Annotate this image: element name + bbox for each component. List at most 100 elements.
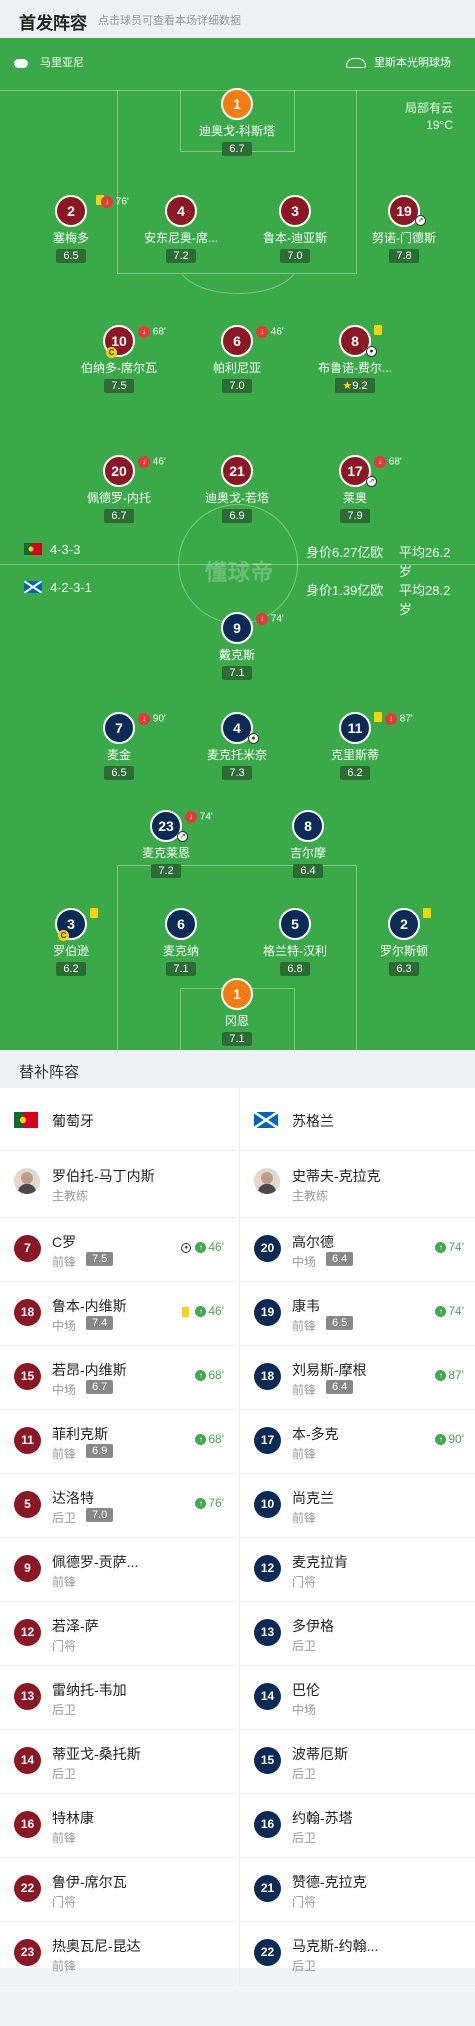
sub-player-row[interactable]: 7 C罗 前锋 7.5 ● ↑ 46' — [0, 1218, 236, 1282]
player-home-6[interactable]: 6 ↓ 46' 帕利尼亚 7.0 — [182, 325, 292, 394]
jersey-number: 7 — [103, 712, 135, 744]
sub-player-row[interactable]: 17 本-多克 前锋 ↑ 90' — [240, 1410, 475, 1474]
portugal-flag-icon — [24, 543, 42, 555]
jersey-number: 19 — [254, 1299, 281, 1326]
sub-player-row[interactable]: 13 雷纳托-韦加 后卫 — [0, 1666, 236, 1730]
home-formation: 4-3-3 — [50, 542, 81, 557]
player-home-19[interactable]: 19 ↗ 努诺-门德斯 7.8 — [349, 195, 459, 264]
subs-list: 葡萄牙 罗伯托-马丁内斯 主教练 7 C罗 前锋 7.5 ● ↑ 46' 18 鲁本-内维斯 中场… — [0, 1088, 475, 1986]
assist-icon: ↗ — [177, 831, 188, 842]
sub-player-row[interactable]: 18 鲁本-内维斯 中场 7.4 ↑ 46' — [0, 1282, 236, 1346]
sub-off-icon: ↓ — [138, 456, 150, 468]
away-value: 身价1.39亿欧 — [306, 583, 384, 598]
sub-player-name: 尚克兰 — [292, 1490, 334, 1506]
player-home-17[interactable]: 17 ↗ ↓ 68' 莱奥 7.9 — [300, 455, 410, 524]
captain-icon: C — [106, 347, 117, 358]
sub-player-row[interactable]: 12 若泽-萨 门将 — [0, 1602, 236, 1666]
sub-player-row[interactable]: 13 多伊格 后卫 — [240, 1602, 475, 1666]
sub-player-row[interactable]: 11 菲利克斯 前锋 6.9 ↑ 68' — [0, 1410, 236, 1474]
player-home-4[interactable]: 4 安东尼奥-席... 7.2 — [126, 195, 236, 264]
player-rating: 6.2 — [340, 766, 370, 780]
player-away-7[interactable]: 7 ↓ 90' 麦金 6.5 — [64, 712, 174, 781]
scotland-flag-icon — [254, 1112, 278, 1128]
jersey-number: 16 — [14, 1811, 41, 1838]
sub-player-row[interactable]: 14 蒂亚戈-桑托斯 后卫 — [0, 1730, 236, 1794]
sub-minute: 46' — [152, 456, 166, 468]
sub-player-row[interactable]: 15 波蒂厄斯 后卫 — [240, 1730, 475, 1794]
player-away-4[interactable]: 4 ● 麦克托米奈 7.3 — [182, 712, 292, 781]
player-rating: 7.8 — [389, 249, 419, 263]
player-rating: 7.1 — [166, 962, 196, 976]
player-name: 罗尔斯顿 — [379, 944, 428, 958]
jersey-number: 4 — [165, 195, 197, 227]
player-home-21[interactable]: 21 迪奥戈-若塔 6.9 — [182, 455, 292, 524]
sub-player-row[interactable]: 15 若昂-内维斯 中场 6.7 ↑ 68' — [0, 1346, 236, 1410]
sub-on-event: ↑ 87' — [435, 1368, 464, 1382]
sub-player-row[interactable]: 19 康韦 前锋 6.5 ↑ 74' — [240, 1282, 475, 1346]
sub-player-row[interactable]: 16 约翰-苏塔 后卫 — [240, 1794, 475, 1858]
sub-off-event: ↓ 68' — [138, 326, 166, 338]
player-home-2[interactable]: 2 ↓ 76' 塞梅多 6.5 — [16, 195, 129, 264]
sub-player-name: 鲁本-内维斯 — [52, 1298, 127, 1314]
sub-player-name: 高尔德 — [292, 1234, 334, 1250]
player-away-2[interactable]: 2 罗尔斯顿 6.3 — [349, 908, 459, 977]
sub-player-row[interactable]: 12 麦克拉肯 门将 — [240, 1538, 475, 1602]
player-rating: 7.0 — [280, 249, 310, 263]
player-away-6[interactable]: 6 麦克纳 7.1 — [126, 908, 236, 977]
player-name: 迪奥戈-若塔 — [205, 491, 269, 505]
sub-player-position: 前锋 — [52, 1959, 77, 1973]
player-away-9[interactable]: 9 ↓ 74' 戴克斯 7.1 — [182, 612, 292, 681]
player-home-10[interactable]: 10 C ↓ 68' 伯纳多-席尔瓦 7.5 — [64, 325, 174, 394]
jersey-number: 20 — [103, 455, 135, 487]
sub-player-rating: 6.4 — [326, 1252, 354, 1266]
sub-player-name: 若泽-萨 — [52, 1618, 99, 1634]
player-away-5[interactable]: 5 格兰特-汉利 6.8 — [240, 908, 350, 977]
sub-player-row[interactable]: 22 鲁伊-席尔瓦 门将 — [0, 1858, 236, 1922]
sub-player-row[interactable]: 18 刘易斯-摩根 前锋 6.4 ↑ 87' — [240, 1346, 475, 1410]
sub-minute: 87' — [448, 1368, 464, 1382]
sub-player-name: C罗 — [52, 1234, 77, 1250]
away-coach[interactable]: 史蒂夫-克拉克 主教练 — [240, 1151, 475, 1218]
player-away-11[interactable]: 11 ↓ 87' 克里斯蒂 6.2 — [300, 712, 413, 781]
home-age: 平均26.2岁 — [399, 545, 451, 579]
sub-off-event: ↓ 74' — [256, 613, 284, 625]
sub-player-row[interactable]: 22 马克斯-约翰... 后卫 — [240, 1922, 475, 1986]
player-home-1[interactable]: 1 迪奥戈-科斯塔 6.7 — [182, 88, 292, 157]
sub-player-rating: 6.4 — [326, 1380, 354, 1394]
player-home-20[interactable]: 20 ↓ 46' 佩德罗-内托 6.7 — [64, 455, 174, 524]
jersey-number: 13 — [14, 1683, 41, 1710]
sub-on-event: ● ↑ 46' — [181, 1240, 224, 1254]
sub-player-row[interactable]: 23 热奥瓦尼-昆达 前锋 — [0, 1922, 236, 1986]
sub-player-name: 刘易斯-摩根 — [292, 1362, 367, 1378]
stadium: 里斯本光明球场 — [346, 54, 451, 70]
sub-minute: 68' — [208, 1368, 224, 1382]
sub-player-row[interactable]: 5 达洛特 后卫 7.0 ↑ 76' — [0, 1474, 236, 1538]
sub-player-row[interactable]: 9 佩德罗-贡萨... 前锋 — [0, 1538, 236, 1602]
sub-minute: 74' — [270, 613, 284, 625]
player-away-23[interactable]: 23 ↗ ↓ 74' 麦克莱恩 7.2 — [111, 810, 221, 879]
player-name: 格兰特-汉利 — [263, 944, 327, 958]
jersey-number: 12 — [14, 1619, 41, 1646]
jersey-number: 18 — [14, 1299, 41, 1326]
home-coach[interactable]: 罗伯托-马丁内斯 主教练 — [0, 1151, 236, 1218]
sub-player-row[interactable]: 21 赞德-克拉克 门将 — [240, 1858, 475, 1922]
sub-player-position: 后卫 — [52, 1511, 77, 1525]
player-away-3[interactable]: 3 C 罗伯逊 6.2 — [16, 908, 126, 977]
sub-player-row[interactable]: 14 巴伦 中场 — [240, 1666, 475, 1730]
sub-player-position: 前锋 — [52, 1831, 77, 1845]
jersey-number: 21 — [221, 455, 253, 487]
sub-player-row[interactable]: 16 特林康 前锋 — [0, 1794, 236, 1858]
player-away-1[interactable]: 1 冈恩 7.1 — [182, 978, 292, 1047]
player-name: 克里斯蒂 — [330, 748, 379, 762]
sub-player-row[interactable]: 10 尚克兰 前锋 — [240, 1474, 475, 1538]
sub-minute: 68' — [152, 326, 166, 338]
player-name: 麦金 — [106, 748, 131, 762]
yellow-card-icon — [423, 908, 431, 918]
sub-player-position: 前锋 — [292, 1319, 317, 1333]
sub-player-row[interactable]: 20 高尔德 中场 6.4 ↑ 74' — [240, 1218, 475, 1282]
sub-on-event: ↑ 90' — [435, 1432, 464, 1446]
player-away-8[interactable]: 8 吉尔摩 6.4 — [253, 810, 363, 879]
sub-off-icon: ↓ — [256, 326, 268, 338]
player-home-3[interactable]: 3 鲁本-迪亚斯 7.0 — [240, 195, 350, 264]
player-home-8[interactable]: 8 ● 布鲁诺-费尔... ★9.2 — [300, 325, 410, 394]
